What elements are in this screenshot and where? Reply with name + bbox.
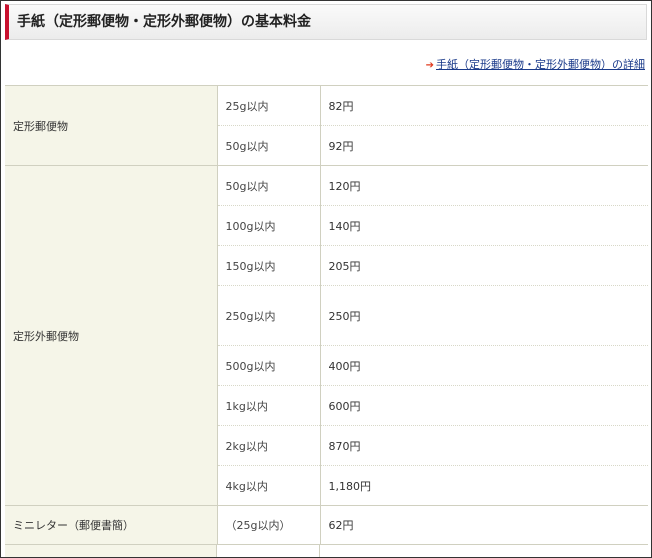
table-next-row-edge: [5, 544, 648, 557]
price-cell: 205円: [320, 245, 648, 286]
weight-cell: （25g以内）: [217, 505, 321, 544]
fee-table: 定形郵便物 25g以内 82円 50g以内 92円 定形外郵便物 50g以内 1…: [5, 85, 648, 544]
arrow-right-icon: ➔: [425, 60, 434, 71]
price-cell: 92円: [320, 125, 648, 166]
price-cell: 400円: [320, 345, 648, 386]
detail-link-row: ➔ 手紙（定形郵便物・定形外郵便物）の詳細: [426, 58, 645, 73]
weight-cell: 250g以内: [217, 285, 321, 346]
page-title: 手紙（定形郵便物・定形外郵便物）の基本料金: [17, 14, 311, 30]
category-cell: 定形郵便物: [5, 85, 218, 166]
weight-cell: 100g以内: [217, 205, 321, 246]
category-cell: 定形外郵便物: [5, 165, 218, 506]
table-row: 定形外郵便物 50g以内 120円: [5, 165, 648, 506]
weight-cell: 150g以内: [217, 245, 321, 286]
price-cell: 120円: [320, 165, 648, 206]
price-cell: 140円: [320, 205, 648, 246]
section-header: 手紙（定形郵便物・定形外郵便物）の基本料金: [5, 4, 647, 40]
price-cell: 62円: [320, 505, 648, 544]
weight-cell: 50g以内: [217, 125, 321, 166]
price-cell: 82円: [320, 85, 648, 126]
page-frame: 手紙（定形郵便物・定形外郵便物）の基本料金 ➔ 手紙（定形郵便物・定形外郵便物）の…: [0, 0, 652, 558]
weight-cell: [217, 545, 320, 557]
table-row: ミニレター（郵便書簡） （25g以内） 62円: [5, 505, 648, 544]
weight-cell: 25g以内: [217, 85, 321, 126]
weight-cell: 2kg以内: [217, 425, 321, 466]
table-row: 定形郵便物 25g以内 82円: [5, 85, 648, 166]
price-cell: 1,180円: [320, 465, 648, 506]
price-cell: 600円: [320, 385, 648, 426]
category-cell: ミニレター（郵便書簡）: [5, 505, 218, 544]
weight-cell: 500g以内: [217, 345, 321, 386]
category-cell: [5, 545, 217, 557]
price-cell: 250円: [320, 285, 648, 346]
weight-cell: 50g以内: [217, 165, 321, 206]
detail-link[interactable]: 手紙（定形郵便物・定形外郵便物）の詳細: [436, 58, 645, 71]
price-cell: 870円: [320, 425, 648, 466]
weight-cell: 1kg以内: [217, 385, 321, 426]
weight-cell: 4kg以内: [217, 465, 321, 506]
